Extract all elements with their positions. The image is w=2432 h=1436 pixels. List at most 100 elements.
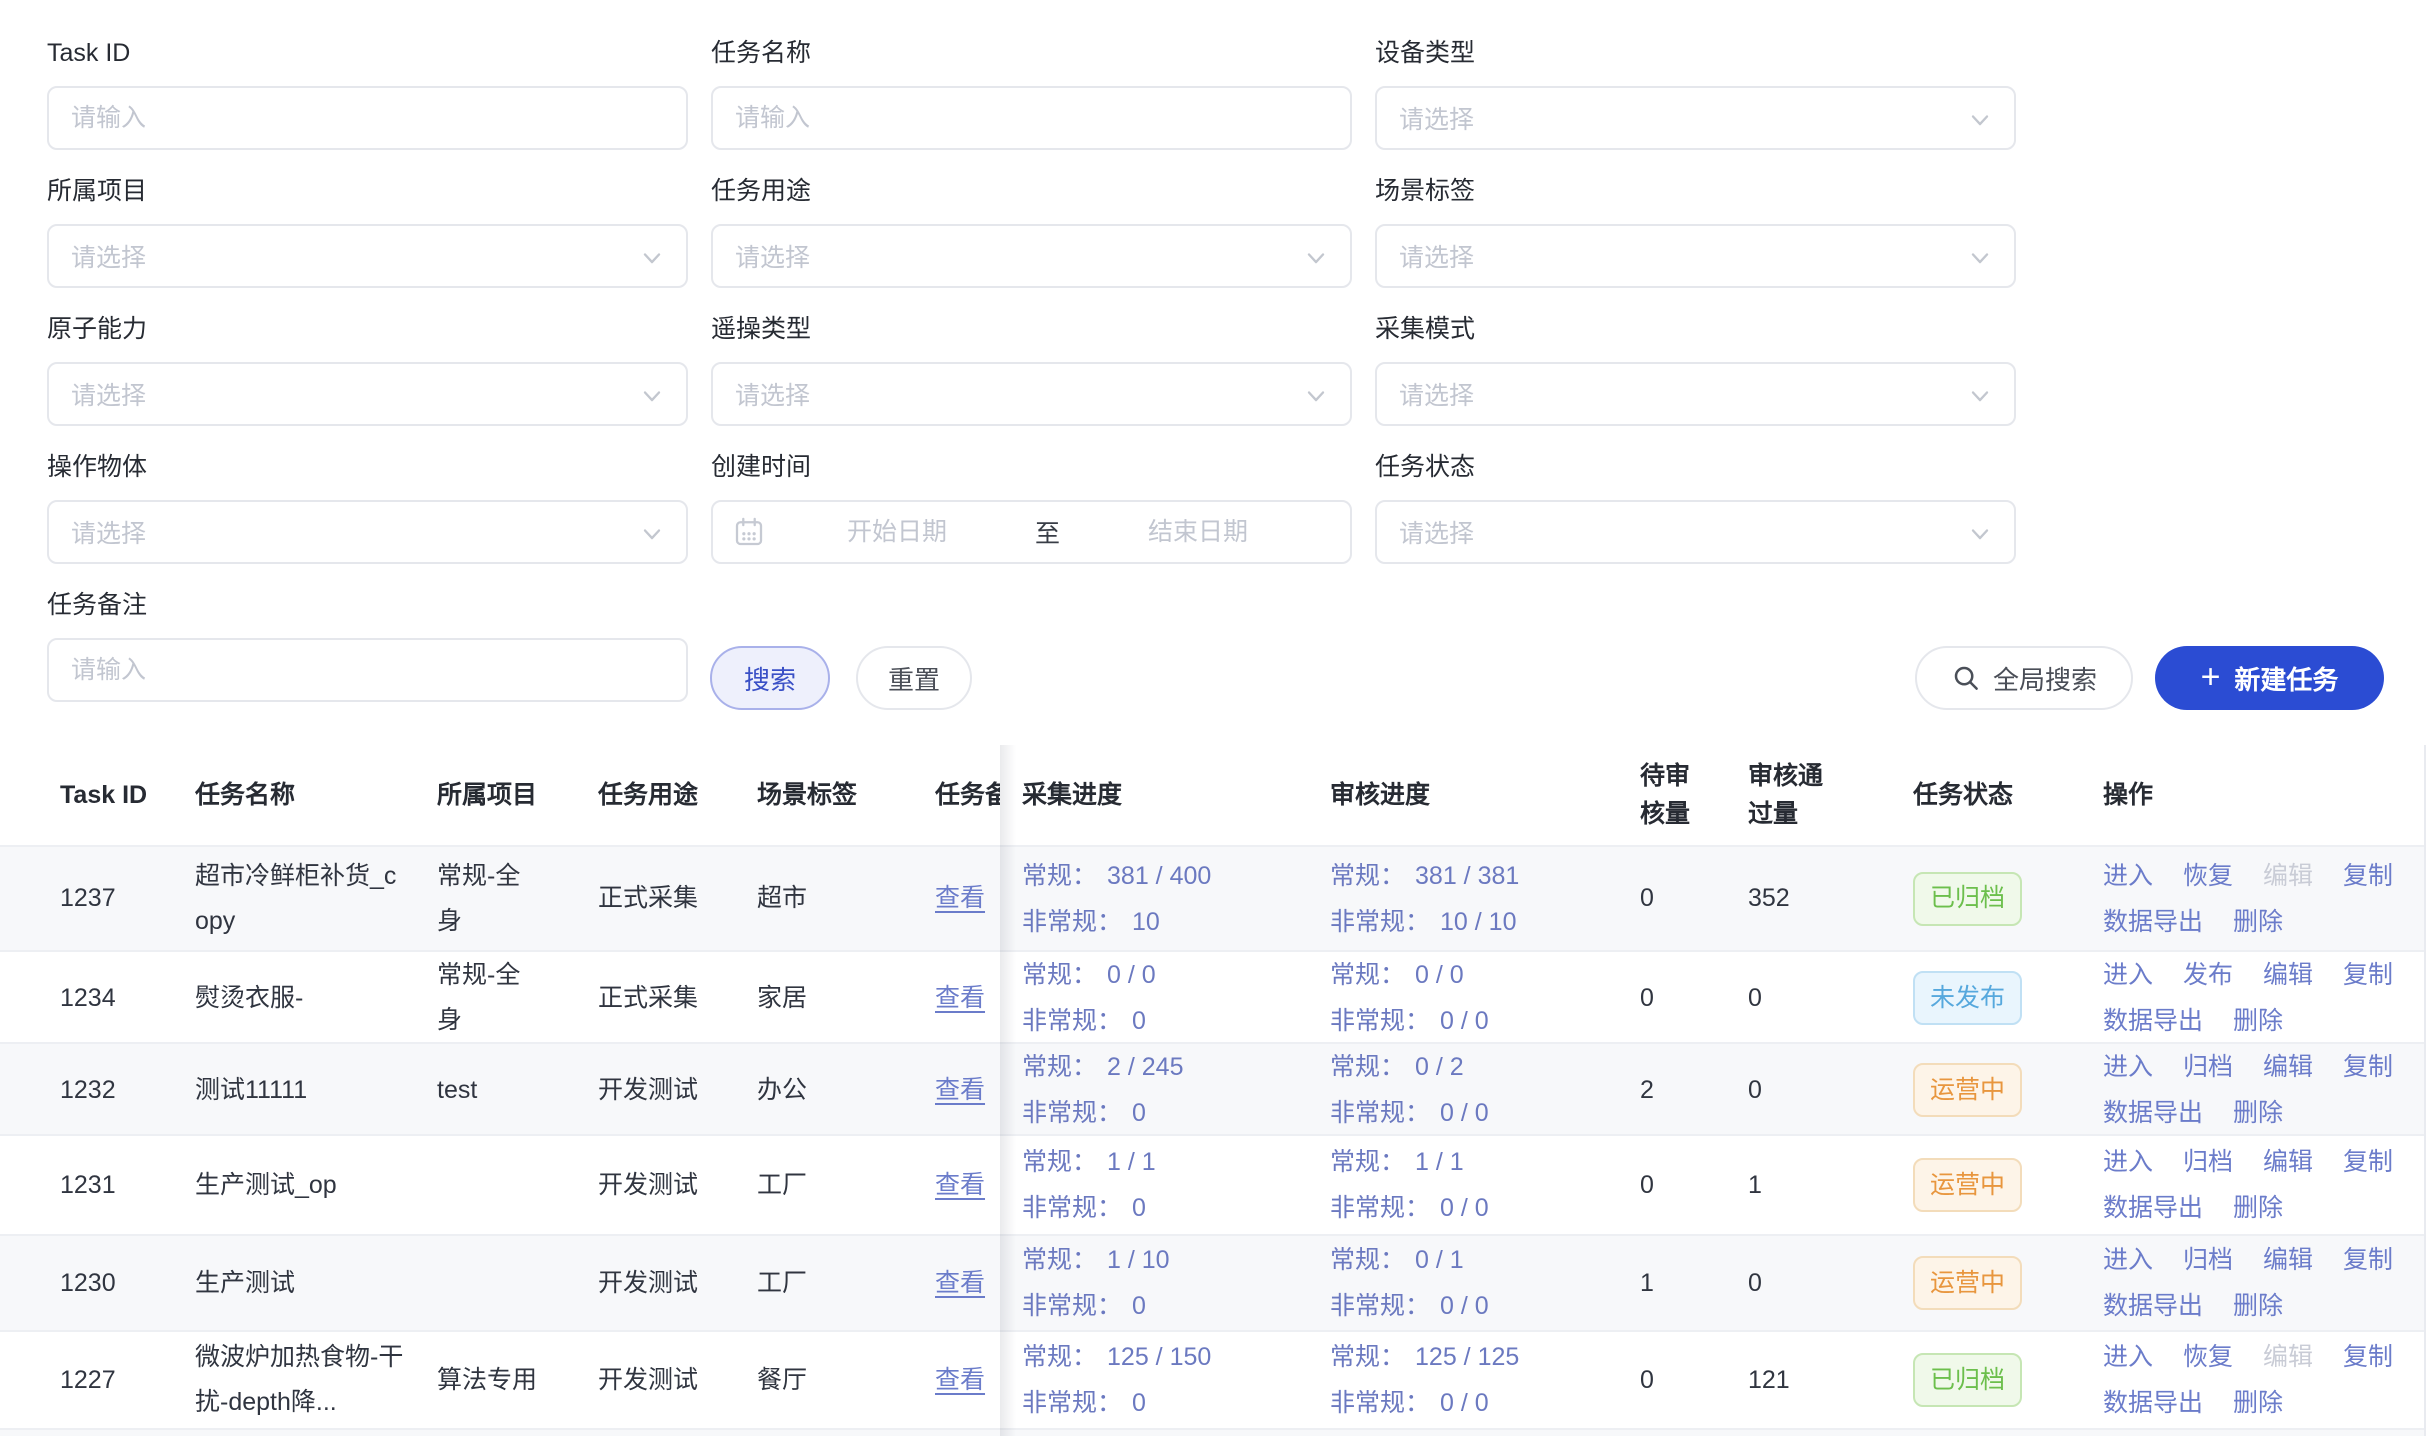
action-link[interactable]: 进入 (2103, 1237, 2153, 1283)
view-remark-link[interactable]: 查看 (935, 1171, 985, 1199)
table-row: 1237 超市冷鲜柜补货_copy 常规-全身 正式采集 超市 查看 常规：38… (0, 845, 2425, 950)
search-icon (1951, 663, 1981, 693)
action-link[interactable]: 进入 (2103, 1044, 2153, 1090)
start-date-input[interactable] (765, 517, 1029, 548)
cell-pending-count: 0 (1640, 1163, 1748, 1208)
cell-task-name: 微波炉加热食物-干扰-depth降... (195, 1335, 437, 1425)
action-link[interactable]: 复制 (2343, 1334, 2393, 1380)
filter-select[interactable]: 请选择 (1375, 500, 2016, 564)
action-link[interactable]: 进入 (2103, 1139, 2153, 1185)
column-header: 任务状态 (1913, 776, 2103, 814)
action-link[interactable]: 复制 (2343, 1237, 2393, 1283)
action-link[interactable]: 复制 (2343, 1139, 2393, 1185)
action-link[interactable]: 进入 (2103, 952, 2153, 998)
cell-pending-count: 0 (1640, 976, 1748, 1021)
action-link[interactable]: 编辑 (2263, 1237, 2313, 1283)
filter-label: 任务备注 (47, 591, 688, 619)
column-header: 待审核量 (1640, 757, 1748, 833)
select-placeholder: 请选择 (71, 238, 664, 274)
filter-select[interactable]: 请选择 (1375, 224, 2016, 288)
filter-text-input[interactable] (47, 86, 688, 150)
column-header: 场景标签 (757, 776, 935, 814)
action-link[interactable]: 发布 (2183, 952, 2233, 998)
action-link[interactable]: 归档 (2183, 1139, 2233, 1185)
global-search-button[interactable]: 全局搜索 (1915, 646, 2133, 710)
action-link[interactable]: 删除 (2233, 998, 2283, 1044)
action-link[interactable]: 数据导出 (2103, 899, 2203, 945)
view-remark-link[interactable]: 查看 (935, 984, 985, 1012)
filter-label: 任务状态 (1375, 453, 2016, 481)
filter-select[interactable]: 请选择 (711, 362, 1352, 426)
action-link[interactable]: 编辑 (2263, 1139, 2313, 1185)
calendar-icon (733, 516, 765, 548)
cell-task-name: 测试11111 (195, 1068, 437, 1113)
action-link[interactable]: 复制 (2343, 1044, 2393, 1090)
reset-button[interactable]: 重置 (856, 646, 972, 710)
cell-remark: 查看 (935, 1163, 1000, 1208)
action-link[interactable]: 数据导出 (2103, 1380, 2203, 1426)
cell-task-name: 生产测试 (195, 1261, 437, 1306)
filter-select[interactable]: 请选择 (47, 224, 688, 288)
table-row: 1232 测试11111 test 开发测试 办公 查看 常规：2 / 245非… (0, 1042, 2425, 1134)
action-link[interactable]: 编辑 (2263, 1044, 2313, 1090)
action-link[interactable]: 进入 (2103, 853, 2153, 899)
action-link[interactable]: 删除 (2233, 1090, 2283, 1136)
action-link[interactable]: 数据导出 (2103, 1185, 2203, 1231)
cell-review-progress: 常规：0 / 2非常规：0 / 0 (1330, 1044, 1640, 1136)
filter-label: 操作物体 (47, 453, 688, 481)
cell-collect-progress: 常规：125 / 150非常规：0 (1000, 1334, 1330, 1426)
action-link[interactable]: 进入 (2103, 1334, 2153, 1380)
filter-select[interactable]: 请选择 (47, 362, 688, 426)
status-badge: 未发布 (1913, 971, 2022, 1025)
view-remark-link[interactable]: 查看 (935, 1269, 985, 1297)
filter-label: 任务名称 (711, 39, 1352, 67)
date-range-picker[interactable]: 至 (711, 500, 1352, 564)
filter-select[interactable]: 请选择 (1375, 362, 2016, 426)
action-link[interactable]: 恢复 (2183, 853, 2233, 899)
filter-select[interactable]: 请选择 (711, 224, 1352, 288)
action-link[interactable]: 复制 (2343, 853, 2393, 899)
action-link[interactable]: 归档 (2183, 1237, 2233, 1283)
cell-review-progress: 常规：125 / 125非常规：0 / 0 (1330, 1334, 1640, 1426)
action-link: 编辑 (2263, 853, 2313, 899)
cell-actions: 进入归档编辑复制数据导出删除 (2103, 1139, 2425, 1231)
view-remark-link[interactable]: 查看 (935, 1076, 985, 1104)
cell-approved-count: 0 (1748, 976, 1913, 1021)
action-link[interactable]: 恢复 (2183, 1334, 2233, 1380)
filter-text-input[interactable] (711, 86, 1352, 150)
column-header: 任务用途 (598, 776, 757, 814)
view-remark-link[interactable]: 查看 (935, 1366, 985, 1394)
cell-status: 已归档 (1913, 872, 2103, 926)
chevron-down-icon (1966, 106, 1994, 134)
column-header: Task ID (60, 776, 195, 814)
cell-actions: 进入归档编辑复制数据导出删除 (2103, 1237, 2425, 1329)
column-header: 审核通过量 (1748, 757, 1913, 833)
action-link[interactable]: 编辑 (2263, 952, 2313, 998)
select-placeholder: 请选择 (1399, 100, 1992, 136)
end-date-input[interactable] (1066, 517, 1330, 548)
filter-select[interactable]: 请选择 (47, 500, 688, 564)
action-link[interactable]: 删除 (2233, 1283, 2283, 1329)
cell-actions: 进入归档编辑复制数据导出删除 (2103, 1044, 2425, 1136)
action-link[interactable]: 删除 (2233, 1380, 2283, 1426)
cell-actions: 进入发布编辑复制数据导出删除 (2103, 952, 2425, 1044)
new-task-button[interactable]: + 新建任务 (2155, 646, 2384, 710)
action-link[interactable]: 归档 (2183, 1044, 2233, 1090)
action-link[interactable]: 数据导出 (2103, 1283, 2203, 1329)
chevron-down-icon (1966, 382, 1994, 410)
action-link[interactable]: 复制 (2343, 952, 2393, 998)
action-link[interactable]: 删除 (2233, 899, 2283, 945)
filter-select[interactable]: 请选择 (1375, 86, 2016, 150)
search-button[interactable]: 搜索 (710, 646, 830, 710)
view-remark-link[interactable]: 查看 (935, 884, 985, 912)
filter-field: 任务用途 请选择 (711, 177, 1352, 288)
action-link[interactable]: 数据导出 (2103, 998, 2203, 1044)
select-placeholder: 请选择 (1399, 376, 1992, 412)
filter-text-input[interactable] (47, 638, 688, 702)
cell-task-id: 1234 (60, 976, 195, 1021)
action-link[interactable]: 删除 (2233, 1185, 2283, 1231)
action-link[interactable]: 数据导出 (2103, 1090, 2203, 1136)
filter-label: 原子能力 (47, 315, 688, 343)
cell-approved-count: 121 (1748, 1358, 1913, 1403)
cell-status: 未发布 (1913, 971, 2103, 1025)
